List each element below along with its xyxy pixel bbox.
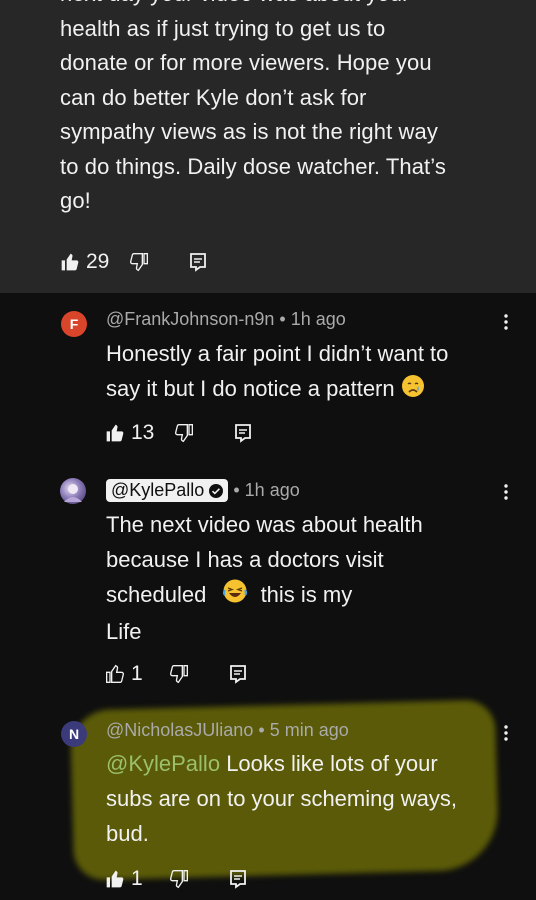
comment-line-with-mention: @KylePallo Looks like lots of your [106,746,516,781]
like-button[interactable]: 29 [60,250,109,274]
comment-line: say it but I do notice a pattern [106,376,395,401]
author-name: @KylePallo [111,480,205,500]
comment-line-with-emoji: scheduled this is my [106,577,506,614]
reply-icon[interactable] [229,664,247,684]
meta-separator: • [258,720,265,740]
comment-meta: @NicholasJUliano • 5 min ago [106,720,349,741]
avatar[interactable] [60,478,86,504]
avatar[interactable]: F [61,311,87,337]
thumbs-up-icon [105,423,125,443]
comment-meta: @KylePallo • 1h ago [106,479,300,502]
thumbs-down-icon[interactable] [169,869,189,889]
thumbs-up-icon [105,664,125,684]
top-comment-line: donate or for more viewers. Hope you [60,50,432,75]
thumbs-up-icon [60,252,80,272]
more-vert-icon[interactable] [502,724,510,742]
comment-line: Looks like lots of your [226,751,438,776]
comment-meta: @FrankJohnson-n9n • 1h ago [106,309,346,330]
like-button[interactable]: 1 [105,662,143,686]
thumbs-down-icon[interactable] [169,664,189,684]
thumbs-down-icon[interactable] [174,423,194,443]
comment-line-with-emoji: say it but I do notice a pattern [106,371,506,408]
reply-icon[interactable] [234,423,252,443]
top-comment-line: health as if just trying to get us to [60,15,386,41]
comment-line: Life [106,619,142,645]
reply-icon[interactable] [229,869,247,889]
like-count: 13 [131,421,155,444]
comment-text: Honestly a fair point I didn’t want to s… [106,336,506,408]
avatar-image [64,484,82,502]
meta-separator: • [279,309,286,329]
comment-line: subs are on to your scheming ways, [106,786,457,811]
owner-badge[interactable]: @KylePallo [106,479,229,502]
top-comment-line: to do things. Daily dose watcher. That’s [60,153,446,179]
comment-text: The next video was about health because … [106,507,506,649]
comment-actions: 1 [105,662,247,686]
top-comment-line: next day your video was about your [60,0,510,12]
mention-link[interactable]: @KylePallo [106,751,220,776]
timestamp: 1h ago [290,309,346,329]
top-comment-actions: 29 [60,250,207,274]
author-name[interactable]: @NicholasJUliano [106,720,253,740]
like-button[interactable]: 13 [105,421,154,445]
crying-emoji-icon [401,373,425,408]
top-comment-line: go! [60,188,91,213]
comment-line: scheduled [106,582,207,607]
author-name[interactable]: @FrankJohnson-n9n [106,309,274,329]
comment-line: this is my [260,582,353,607]
comment-actions: 13 [105,421,252,445]
like-count: 29 [86,250,110,273]
comment-line: because I has a doctors visit [106,547,384,572]
avatar[interactable]: N [61,721,87,747]
verified-icon [209,483,224,498]
laughing-emoji-icon [222,578,248,614]
reply-icon[interactable] [189,252,207,272]
comment-line: The next video was about health [106,512,423,537]
comment-text: @KylePallo Looks like lots of your subs … [106,746,516,851]
like-count: 1 [131,867,143,890]
comment-line: Honestly a fair point I didn’t want to [106,341,449,366]
like-count: 1 [131,662,143,685]
meta-separator: • [233,480,240,500]
top-comment: next day your video was about your healt… [0,0,536,293]
top-comment-text: next day your video was about your healt… [60,0,510,219]
avatar-letter: F [69,316,79,332]
thumbs-down-icon[interactable] [129,252,149,272]
top-comment-line: can do better Kyle don’t ask for [60,84,367,110]
avatar-letter: N [68,726,80,742]
timestamp: 1h ago [244,480,300,500]
comment-actions: 1 [105,867,247,891]
more-vert-icon[interactable] [502,483,510,501]
more-vert-icon[interactable] [502,313,510,331]
like-button[interactable]: 1 [105,867,143,891]
top-comment-line: sympathy views as is not the right way [60,119,438,144]
comment-line: bud. [106,821,149,846]
thumbs-up-icon [105,869,125,889]
timestamp: 5 min ago [269,720,349,740]
